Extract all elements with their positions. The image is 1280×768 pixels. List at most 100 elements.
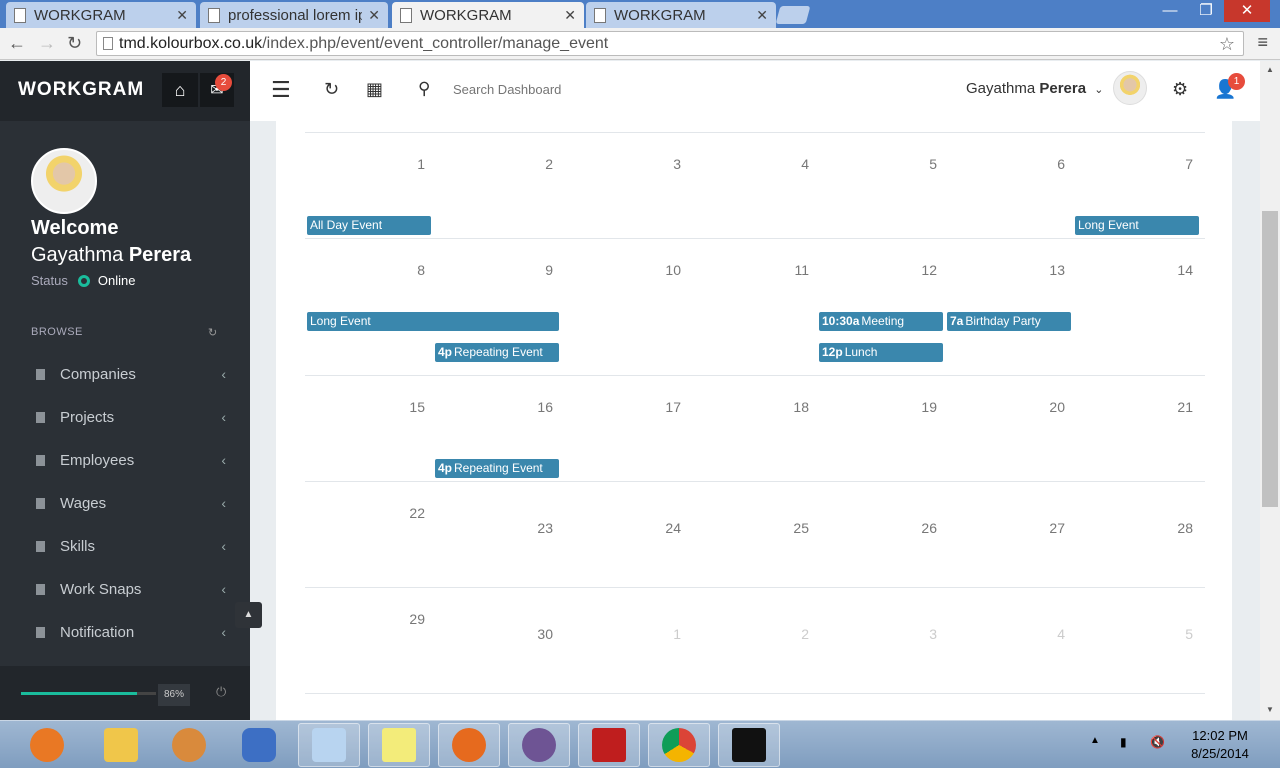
avatar[interactable]	[31, 148, 97, 214]
header-user-menu[interactable]: Gayathma Perera ⌄	[966, 80, 1103, 97]
search-icon[interactable]: ⚲	[418, 79, 430, 99]
restore-icon[interactable]: ❐	[1188, 0, 1224, 22]
calendar-day-number[interactable]: 28	[1153, 520, 1193, 536]
calendar-day-number[interactable]: 23	[513, 520, 553, 536]
calendar-day-number[interactable]: 24	[641, 520, 681, 536]
close-icon[interactable]: ✕	[368, 7, 380, 24]
bookmark-star-icon[interactable]: ☆	[1219, 33, 1235, 56]
calendar-day-number[interactable]: 1	[385, 156, 425, 172]
calendar-day-number[interactable]: 11	[769, 262, 809, 278]
reload-icon[interactable]: ↻	[67, 33, 82, 54]
calendar-event[interactable]: All Day Event	[307, 216, 431, 235]
header-avatar[interactable]	[1113, 71, 1147, 105]
mail-button[interactable]: ✉ 2	[200, 73, 234, 107]
calendar-day-number[interactable]: 1	[641, 626, 681, 642]
window-close-icon[interactable]: ✕	[1224, 0, 1270, 22]
volume-muted-icon[interactable]: 🔇	[1150, 735, 1165, 749]
calendar-day-number[interactable]: 17	[641, 399, 681, 415]
calendar-day-number[interactable]: 2	[513, 156, 553, 172]
calendar-day-number[interactable]: 22	[385, 505, 425, 521]
browser-tab[interactable]: WORKGRAM ✕	[6, 2, 196, 28]
calendar-day-number[interactable]: 20	[1025, 399, 1065, 415]
taskbar-filezilla[interactable]	[578, 723, 640, 767]
new-tab-button[interactable]	[775, 6, 811, 24]
calendar-day-number[interactable]: 15	[385, 399, 425, 415]
browser-tab[interactable]: professional lorem ip ✕	[200, 2, 388, 28]
close-icon[interactable]: ✕	[756, 7, 768, 24]
calendar-event[interactable]: Long Event	[307, 312, 559, 331]
network-icon[interactable]: ▮	[1120, 735, 1127, 749]
calendar-day-number[interactable]: 4	[1025, 626, 1065, 642]
sidebar-item-companies[interactable]: Companies ‹	[36, 362, 226, 386]
taskbar-explorer[interactable]	[90, 723, 152, 767]
refresh-icon[interactable]: ↻	[324, 79, 339, 100]
calendar-day-number[interactable]: 6	[1025, 156, 1065, 172]
refresh-icon[interactable]: ↻	[208, 326, 217, 339]
calendar-day-number[interactable]: 10	[641, 262, 681, 278]
taskbar-app-d[interactable]	[718, 723, 780, 767]
close-icon[interactable]: ✕	[176, 7, 188, 24]
sidebar-item-wages[interactable]: Wages ‹	[36, 491, 226, 515]
brand-logo[interactable]: WORKGRAM	[18, 79, 144, 101]
taskbar-github[interactable]	[508, 723, 570, 767]
calendar-event[interactable]: 10:30a Meeting	[819, 312, 943, 331]
sidebar-item-skills[interactable]: Skills ‹	[36, 534, 226, 558]
minimize-icon[interactable]: —	[1152, 0, 1188, 22]
url-field[interactable]: tmd.kolourbox.co.uk/index.php/event/even…	[96, 31, 1244, 56]
calendar-day-number[interactable]: 4	[769, 156, 809, 172]
home-button[interactable]: ⌂	[162, 73, 198, 107]
scroll-down-icon[interactable]: ▼	[1266, 705, 1274, 714]
calendar-event[interactable]: 4p Repeating Event	[435, 343, 559, 362]
calendar-day-number[interactable]: 30	[513, 626, 553, 642]
calendar-day-number[interactable]: 21	[1153, 399, 1193, 415]
back-icon[interactable]: ←	[8, 33, 26, 54]
calendar-day-number[interactable]: 19	[897, 399, 937, 415]
system-clock[interactable]: 12:02 PM 8/25/2014	[1180, 727, 1260, 763]
calendar-day-number[interactable]: 14	[1153, 262, 1193, 278]
calendar-day-number[interactable]: 29	[385, 611, 425, 627]
calendar-day-number[interactable]: 12	[897, 262, 937, 278]
calendar-event[interactable]: 4p Repeating Event	[435, 459, 559, 478]
calendar-day-number[interactable]: 3	[641, 156, 681, 172]
browser-menu-icon[interactable]: ≡	[1257, 32, 1268, 53]
sidebar-item-projects[interactable]: Projects ‹	[36, 405, 226, 429]
forward-icon[interactable]: →	[38, 33, 56, 54]
browser-tab[interactable]: WORKGRAM ✕	[586, 2, 776, 28]
calendar-day-number[interactable]: 7	[1153, 156, 1193, 172]
calendar-event[interactable]: 7a Birthday Party	[947, 312, 1071, 331]
taskbar-sticky-notes[interactable]	[368, 723, 430, 767]
calendar-event[interactable]: 12p Lunch	[819, 343, 943, 362]
calendar-day-number[interactable]: 3	[897, 626, 937, 642]
browser-tab-active[interactable]: WORKGRAM ✕	[392, 2, 584, 28]
grid-icon[interactable]: ▦	[366, 79, 383, 100]
calendar-day-number[interactable]: 26	[897, 520, 937, 536]
calendar-day-number[interactable]: 2	[769, 626, 809, 642]
page-scrollbar[interactable]: ▲ ▼	[1260, 61, 1280, 720]
calendar-day-number[interactable]: 18	[769, 399, 809, 415]
calendar-day-number[interactable]: 5	[1153, 626, 1193, 642]
scrollbar-thumb[interactable]	[1262, 211, 1278, 507]
sidebar-item-notification[interactable]: Notification ‹	[36, 620, 226, 644]
taskbar-app-5[interactable]	[298, 723, 360, 767]
tray-expand-icon[interactable]: ▲	[1090, 735, 1100, 746]
scroll-up-icon[interactable]: ▲	[1266, 65, 1274, 74]
gear-icon[interactable]: ⚙	[1172, 79, 1188, 100]
taskbar-chrome[interactable]	[648, 723, 710, 767]
calendar-day-number[interactable]: 16	[513, 399, 553, 415]
close-icon[interactable]: ✕	[564, 7, 576, 24]
scroll-top-button[interactable]: ▲	[235, 602, 262, 628]
calendar-day-number[interactable]: 13	[1025, 262, 1065, 278]
start-button[interactable]	[16, 723, 78, 767]
taskbar-app-4[interactable]	[228, 723, 290, 767]
sidebar-item-employees[interactable]: Employees ‹	[36, 448, 226, 472]
search-input[interactable]	[453, 82, 613, 97]
calendar-day-number[interactable]: 25	[769, 520, 809, 536]
calendar-day-number[interactable]: 8	[385, 262, 425, 278]
taskbar-firefox[interactable]	[438, 723, 500, 767]
sidebar-item-work-snaps[interactable]: Work Snaps ‹	[36, 577, 226, 601]
calendar-event[interactable]: Long Event	[1075, 216, 1199, 235]
calendar-day-number[interactable]: 5	[897, 156, 937, 172]
taskbar-app-3[interactable]	[158, 723, 220, 767]
calendar-day-number[interactable]: 9	[513, 262, 553, 278]
menu-toggle-icon[interactable]: ☰	[271, 77, 291, 103]
